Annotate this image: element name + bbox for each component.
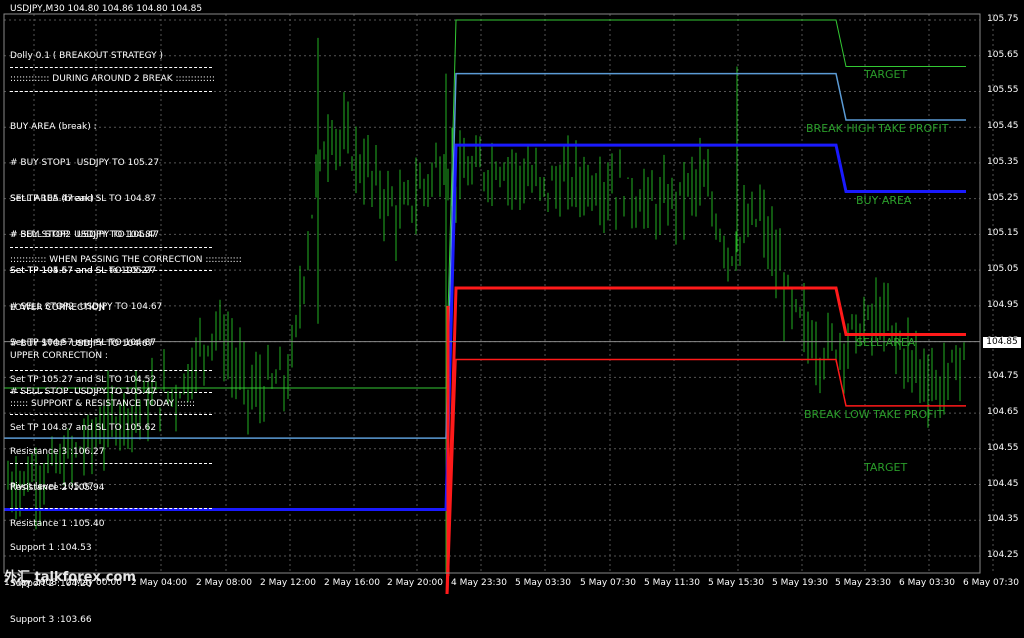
time-tick-label: 2 May 04:00: [131, 578, 187, 588]
time-tick-label: 5 May 15:30: [708, 578, 764, 588]
time-tick-label: 4 May 23:30: [451, 578, 507, 588]
time-tick-label: 2 May 20:00: [387, 578, 443, 588]
section-title: ::::::::::::: DURING AROUND 2 BREAK ::::…: [10, 74, 215, 84]
time-tick-label: 5 May 11:30: [644, 578, 700, 588]
price-tick-label: 105.45: [987, 121, 1019, 132]
price-tick-label: 104.45: [987, 478, 1019, 489]
buy-area-label: BUY AREA: [856, 194, 912, 207]
time-tick-label: 5 May 23:30: [835, 578, 891, 588]
watermark-logo: 外汇 talkforex.com: [4, 570, 136, 585]
time-tick-label: 5 May 07:30: [580, 578, 636, 588]
price-tick-label: 104.55: [987, 442, 1019, 453]
section-title: :::::::::::: WHEN PASSING THE CORRECTION…: [10, 255, 242, 265]
sell-area-line: Set TP 104.67 and SL to 105.27: [10, 266, 153, 276]
time-tick-label: 5 May 19:30: [772, 578, 828, 588]
price-tick-label: 105.15: [987, 228, 1019, 239]
price-tick-label: 104.65: [987, 407, 1019, 418]
target-top-label: TARGET: [864, 68, 908, 81]
window-title: USDJPY,M30 104.80 104.86 104.80 104.85: [10, 4, 203, 14]
price-tick-label: 104.95: [987, 299, 1019, 310]
divider: [10, 414, 212, 415]
price-tick-label: 105.75: [987, 14, 1019, 24]
time-tick-label: 6 May 07:30: [963, 578, 1019, 588]
divider: [10, 247, 212, 248]
target-bottom-label: TARGET: [864, 461, 908, 474]
price-tick-label: 105.55: [987, 85, 1019, 96]
buy-area-line: BUY AREA (break) :: [10, 122, 97, 132]
divider: [10, 463, 212, 464]
resistance-level: Resistance 3 :106.27: [10, 447, 105, 457]
upper-correction-line: UPPER CORRECTION :: [10, 351, 108, 361]
support-level: Support 1 :104.53: [10, 543, 92, 553]
price-tick-label: 105.25: [987, 192, 1019, 203]
time-tick-label: 5 May 03:30: [515, 578, 571, 588]
strategy-header: Dolly 0.1 ( BREAKOUT STRATEGY ): [10, 51, 164, 61]
section-title: :::::: SUPPORT & RESISTANCE TODAY ::::::: [10, 399, 196, 409]
divider: [10, 508, 212, 509]
price-tick-label: 105.65: [987, 49, 1019, 60]
price-tick-label: 105.05: [987, 264, 1019, 275]
buy-area-line: # BUY STOP1 USDJPY TO 105.27: [10, 158, 160, 168]
support-level: Support 3 :103.66: [10, 615, 92, 625]
sell-area-line: # SELL STOP USDJPY TO 104.87: [10, 230, 157, 240]
break-high-label: BREAK HIGH TAKE PROFIT: [806, 122, 949, 135]
price-tick-label: 104.75: [987, 371, 1019, 382]
divider: [10, 370, 212, 371]
time-tick-label: 6 May 03:30: [899, 578, 955, 588]
divider: [10, 392, 212, 393]
sell-area-label: SELL AREA: [856, 336, 916, 349]
time-tick-label: 2 May 12:00: [260, 578, 316, 588]
lower-correction-line: LOWER CORRECTION :: [10, 303, 112, 313]
price-tick-label: 104.25: [987, 550, 1019, 560]
price-tick-label: 104.35: [987, 514, 1019, 525]
price-tick-label: 105.35: [987, 156, 1019, 167]
sell-area-line: SELL AREA (break) :: [10, 194, 100, 204]
divider: [10, 270, 212, 271]
time-tick-label: 2 May 16:00: [324, 578, 380, 588]
divider: [10, 91, 212, 92]
divider: [10, 67, 212, 68]
pivot-level: Pivot level :105.07: [10, 482, 94, 492]
time-tick-label: 2 May 08:00: [196, 578, 252, 588]
break-low-label: BREAK LOW TAKE PROFIT: [804, 408, 944, 421]
current-price-marker: 104.85: [983, 337, 1021, 348]
